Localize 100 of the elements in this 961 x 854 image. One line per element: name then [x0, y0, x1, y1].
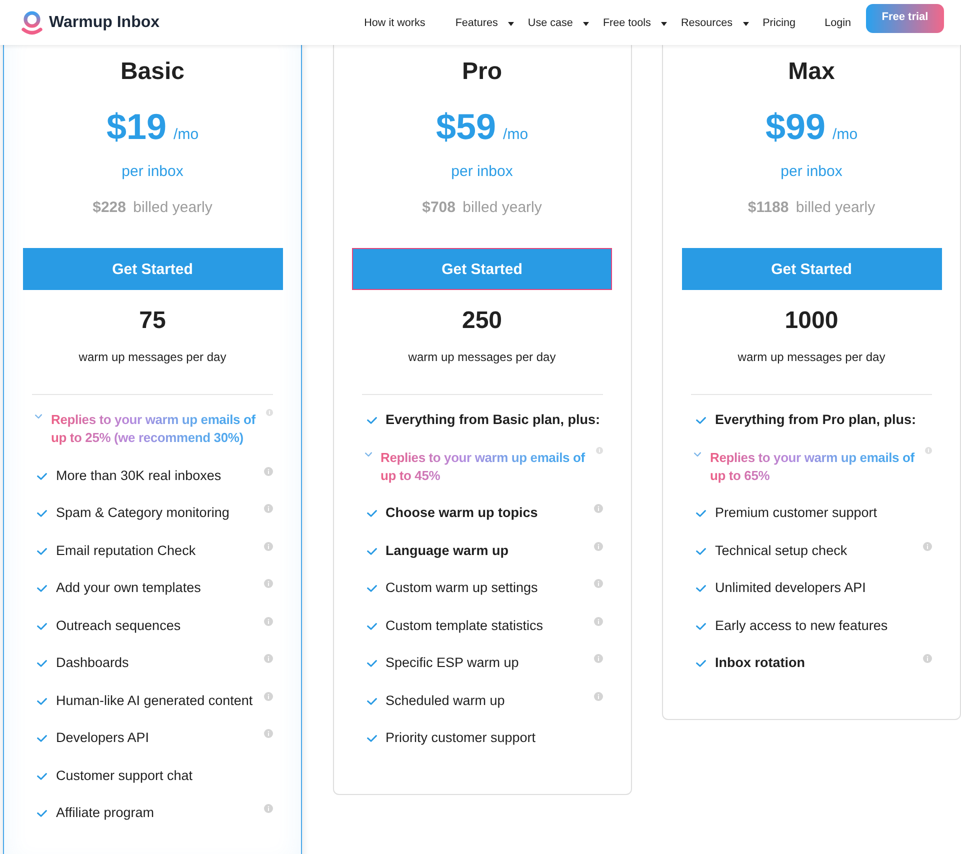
info-icon[interactable]	[264, 692, 273, 700]
check-icon	[696, 417, 706, 424]
yearly-price: $228 billed yearly	[92, 198, 212, 218]
price-amount: $19	[106, 105, 167, 149]
message-label: warm up messages per day	[78, 349, 226, 365]
info-icon[interactable]	[923, 654, 932, 663]
check-icon	[366, 698, 376, 704]
info-icon[interactable]	[923, 542, 932, 550]
info-icon[interactable]	[596, 446, 602, 454]
feature-text: Technical setup check	[715, 542, 848, 560]
check-icon	[696, 622, 706, 630]
message-label: warm up messages per day	[408, 349, 556, 365]
check-icon	[37, 622, 47, 630]
price-amount: $59	[436, 105, 496, 149]
feature-text: Premium customer support	[715, 504, 878, 522]
check-icon	[37, 585, 47, 592]
check-icon	[37, 810, 47, 817]
info-icon[interactable]	[594, 542, 602, 550]
feature-text: Inbox rotation	[715, 654, 806, 672]
feature-text: Developers API	[56, 729, 150, 747]
info-icon[interactable]	[264, 466, 273, 476]
feature-text: Human-like AI generated content	[56, 692, 254, 710]
feature-text: Early access to new features	[715, 616, 889, 634]
check-icon	[696, 548, 706, 554]
feature-text: More than 30K real inboxes	[56, 466, 222, 484]
info-icon[interactable]	[594, 579, 602, 588]
nav-link[interactable]: Resources	[680, 16, 749, 28]
yearly-price: $708 billed yearly	[422, 198, 542, 218]
feature-text: Unlimited developers API	[715, 579, 867, 597]
yearly-price: $1188 billed yearly	[748, 198, 876, 218]
feature-text: Language warm up	[386, 542, 510, 560]
feature-text: Everything from Basic plan, plus:	[386, 411, 602, 429]
check-icon	[696, 585, 706, 592]
feature-text: Everything from Pro plan, plus:	[715, 411, 918, 429]
info-icon[interactable]	[264, 654, 273, 663]
feature-text: Priority customer support	[386, 729, 537, 747]
check-icon	[35, 414, 42, 419]
info-icon[interactable]	[264, 729, 273, 738]
price-unit: per inbox	[451, 162, 513, 182]
check-icon	[366, 622, 376, 630]
plan-name: Pro	[462, 58, 502, 86]
info-icon[interactable]	[925, 446, 932, 454]
nav-link[interactable]: Free tools	[602, 16, 667, 28]
feature-text: Spam & Category monitoring	[56, 504, 230, 522]
check-icon	[37, 735, 47, 742]
feature-text: Custom template statistics	[386, 616, 544, 634]
info-icon[interactable]	[264, 504, 273, 513]
check-icon	[366, 660, 376, 667]
info-icon[interactable]	[264, 804, 273, 813]
login-link[interactable]: Login	[824, 16, 851, 28]
price-period: /mo	[174, 125, 199, 145]
info-icon[interactable]	[264, 616, 273, 626]
price-period: /mo	[503, 125, 528, 145]
check-icon	[37, 772, 47, 780]
feature-text: Custom warm up settings	[386, 579, 539, 597]
price-amount: $99	[765, 105, 826, 149]
info-icon[interactable]	[264, 579, 273, 588]
message-count: 75	[139, 307, 166, 335]
check-icon	[37, 660, 47, 667]
feature-text: Scheduled warm up	[386, 692, 506, 710]
nav-link[interactable]: Pricing	[762, 16, 796, 28]
info-icon[interactable]	[594, 616, 602, 626]
check-icon	[366, 510, 376, 517]
check-icon	[696, 660, 706, 667]
check-icon	[37, 510, 47, 517]
message-label: warm up messages per day	[738, 349, 886, 365]
feature-text: Email reputation Check	[56, 542, 197, 560]
brand-name[interactable]: Warmup Inbox	[49, 14, 160, 32]
info-icon[interactable]	[594, 692, 602, 700]
check-icon	[366, 585, 376, 592]
check-icon	[37, 548, 47, 554]
check-icon	[696, 510, 706, 517]
nav-link[interactable]: Features	[455, 16, 514, 28]
price-period: /mo	[832, 125, 858, 145]
check-icon	[366, 548, 376, 554]
info-icon[interactable]	[266, 409, 273, 416]
price-unit: per inbox	[122, 162, 184, 182]
feature-text: Outreach sequences	[56, 616, 182, 634]
message-count: 1000	[784, 307, 838, 335]
feature-text: Choose warm up topics	[386, 504, 539, 522]
feature-text: Customer support chat	[56, 766, 194, 784]
check-icon	[366, 417, 376, 424]
check-icon	[37, 472, 47, 480]
feature-text: Specific ESP warm up	[386, 654, 520, 672]
info-icon[interactable]	[264, 542, 273, 550]
message-count: 250	[462, 307, 502, 335]
feature-text: Affiliate program	[56, 804, 156, 822]
logo-icon[interactable]	[20, 10, 44, 36]
check-icon	[364, 452, 372, 456]
nav-link[interactable]: Use case	[528, 16, 589, 28]
feature-text: Dashboards	[56, 654, 130, 672]
check-icon	[37, 698, 47, 704]
info-icon[interactable]	[594, 504, 602, 513]
price-unit: per inbox	[780, 162, 842, 182]
feature-text: Add your own templates	[56, 579, 202, 597]
plan-name: Basic	[120, 58, 185, 86]
info-icon[interactable]	[594, 654, 602, 663]
check-icon	[366, 735, 376, 742]
nav-link[interactable]: How it works	[364, 16, 426, 28]
plan-name: Max	[788, 58, 835, 86]
